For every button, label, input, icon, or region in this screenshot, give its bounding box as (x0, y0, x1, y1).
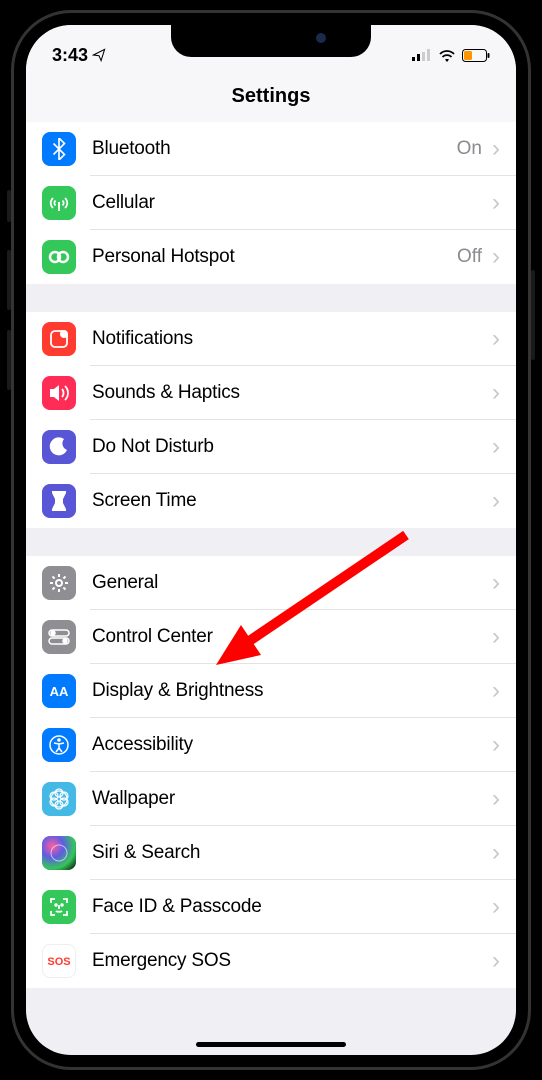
volume-up-button (7, 250, 11, 310)
silent-switch (7, 190, 11, 222)
phone-frame: 3:43 (11, 10, 531, 1070)
display-icon: AA (42, 674, 76, 708)
battery-icon (462, 49, 490, 62)
row-label: Display & Brightness (92, 680, 492, 702)
row-sos[interactable]: SOS Emergency SOS › (26, 934, 516, 988)
row-notifications[interactable]: Notifications › (26, 312, 516, 366)
location-icon (92, 48, 106, 62)
row-accessibility[interactable]: Accessibility › (26, 718, 516, 772)
row-bluetooth[interactable]: Bluetooth On › (26, 122, 516, 176)
chevron-right-icon: › (492, 435, 500, 459)
svg-text:AA: AA (50, 684, 69, 699)
chevron-right-icon: › (492, 679, 500, 703)
chevron-right-icon: › (492, 327, 500, 351)
row-faceid[interactable]: Face ID & Passcode › (26, 880, 516, 934)
wifi-icon (438, 49, 456, 62)
chevron-right-icon: › (492, 137, 500, 161)
sos-icon: SOS (42, 944, 76, 978)
row-display[interactable]: AA Display & Brightness › (26, 664, 516, 718)
notch (171, 25, 371, 57)
notifications-icon (42, 322, 76, 356)
signal-icon (412, 49, 432, 61)
row-label: Notifications (92, 328, 492, 350)
row-label: Bluetooth (92, 138, 457, 160)
chevron-right-icon: › (492, 895, 500, 919)
row-controlcenter[interactable]: Control Center › (26, 610, 516, 664)
header: Settings (26, 73, 516, 122)
sounds-icon (42, 376, 76, 410)
row-label: Cellular (92, 192, 492, 214)
row-siri[interactable]: Siri & Search › (26, 826, 516, 880)
settings-list: Bluetooth On › Cellular › (26, 122, 516, 988)
row-label: Accessibility (92, 734, 492, 756)
general-icon (42, 566, 76, 600)
chevron-right-icon: › (492, 245, 500, 269)
row-label: Do Not Disturb (92, 436, 492, 458)
siri-icon (42, 836, 76, 870)
volume-down-button (7, 330, 11, 390)
chevron-right-icon: › (492, 571, 500, 595)
svg-text:SOS: SOS (47, 956, 70, 968)
accessibility-icon (42, 728, 76, 762)
settings-group: Bluetooth On › Cellular › (26, 122, 516, 284)
chevron-right-icon: › (492, 949, 500, 973)
row-sounds[interactable]: Sounds & Haptics › (26, 366, 516, 420)
row-label: Sounds & Haptics (92, 382, 492, 404)
home-indicator[interactable] (196, 1042, 346, 1047)
chevron-right-icon: › (492, 381, 500, 405)
chevron-right-icon: › (492, 625, 500, 649)
power-button (531, 270, 535, 360)
row-hotspot[interactable]: Personal Hotspot Off › (26, 230, 516, 284)
chevron-right-icon: › (492, 841, 500, 865)
dnd-icon (42, 430, 76, 464)
row-label: Screen Time (92, 490, 492, 512)
row-value: On (457, 138, 482, 160)
page-title: Settings (26, 85, 516, 108)
row-label: Face ID & Passcode (92, 896, 492, 918)
row-general[interactable]: General › (26, 556, 516, 610)
settings-group: General › Control Center › AA Dis (26, 556, 516, 988)
hotspot-icon (42, 240, 76, 274)
row-label: General (92, 572, 492, 594)
row-label: Personal Hotspot (92, 246, 457, 268)
chevron-right-icon: › (492, 787, 500, 811)
screen: 3:43 (26, 25, 516, 1055)
settings-group: Notifications › Sounds & Haptics › (26, 312, 516, 528)
row-label: Emergency SOS (92, 950, 492, 972)
row-value: Off (457, 246, 482, 268)
row-wallpaper[interactable]: Wallpaper › (26, 772, 516, 826)
row-label: Control Center (92, 626, 492, 648)
row-cellular[interactable]: Cellular › (26, 176, 516, 230)
row-dnd[interactable]: Do Not Disturb › (26, 420, 516, 474)
row-label: Siri & Search (92, 842, 492, 864)
screentime-icon (42, 484, 76, 518)
wallpaper-icon (42, 782, 76, 816)
bluetooth-icon (42, 132, 76, 166)
chevron-right-icon: › (492, 489, 500, 513)
chevron-right-icon: › (492, 733, 500, 757)
chevron-right-icon: › (492, 191, 500, 215)
row-screentime[interactable]: Screen Time › (26, 474, 516, 528)
cellular-icon (42, 186, 76, 220)
status-time: 3:43 (52, 45, 88, 66)
controlcenter-icon (42, 620, 76, 654)
row-label: Wallpaper (92, 788, 492, 810)
faceid-icon (42, 890, 76, 924)
